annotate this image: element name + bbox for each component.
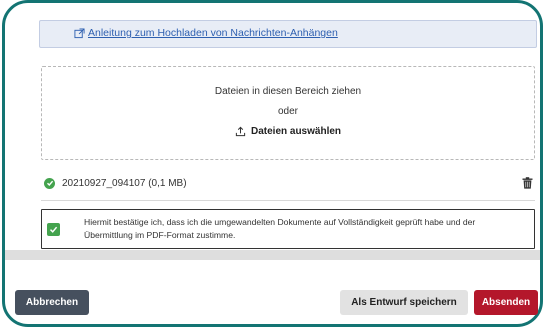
dropzone-title: Dateien in diesen Bereich ziehen xyxy=(214,86,362,97)
uploaded-file-row: 20210927_094107 (0,1 MB) xyxy=(41,173,535,193)
confirmation-checkbox[interactable] xyxy=(47,223,60,236)
check-circle-icon xyxy=(44,177,55,189)
file-dropzone[interactable]: Dateien in diesen Bereich ziehen oder Da… xyxy=(41,66,535,160)
cancel-button[interactable]: Abbrechen xyxy=(15,290,89,315)
upload-icon xyxy=(235,126,246,137)
select-files-label: Dateien auswählen xyxy=(250,126,342,137)
upload-guide-link-text: Anleitung zum Hochladen von Nachrichten-… xyxy=(88,27,338,39)
confirmation-text: Hiermit bestätige ich, dass ich die umge… xyxy=(84,217,476,240)
upload-guide-link[interactable]: Anleitung zum Hochladen von Nachrichten-… xyxy=(74,27,338,39)
divider xyxy=(41,200,535,201)
select-files-button[interactable]: Dateien auswählen xyxy=(235,126,341,137)
trash-icon[interactable] xyxy=(522,177,533,189)
external-link-icon xyxy=(74,27,85,38)
confirmation-box: Hiermit bestätige ich, dass ich die umge… xyxy=(41,209,535,249)
send-button[interactable]: Absenden xyxy=(474,290,538,315)
guide-banner: Anleitung zum Hochladen von Nachrichten-… xyxy=(39,20,537,48)
dropzone-select-row: Dateien auswählen xyxy=(42,126,534,140)
checkmark-icon xyxy=(49,226,58,233)
footer-divider xyxy=(5,250,540,260)
dialog-frame: Anleitung zum Hochladen von Nachrichten-… xyxy=(2,0,543,327)
save-draft-button[interactable]: Als Entwurf speichern xyxy=(340,290,468,315)
dropzone-or-text: oder xyxy=(277,106,298,117)
file-name: 20210927_094107 (0,1 MB) xyxy=(62,177,187,189)
